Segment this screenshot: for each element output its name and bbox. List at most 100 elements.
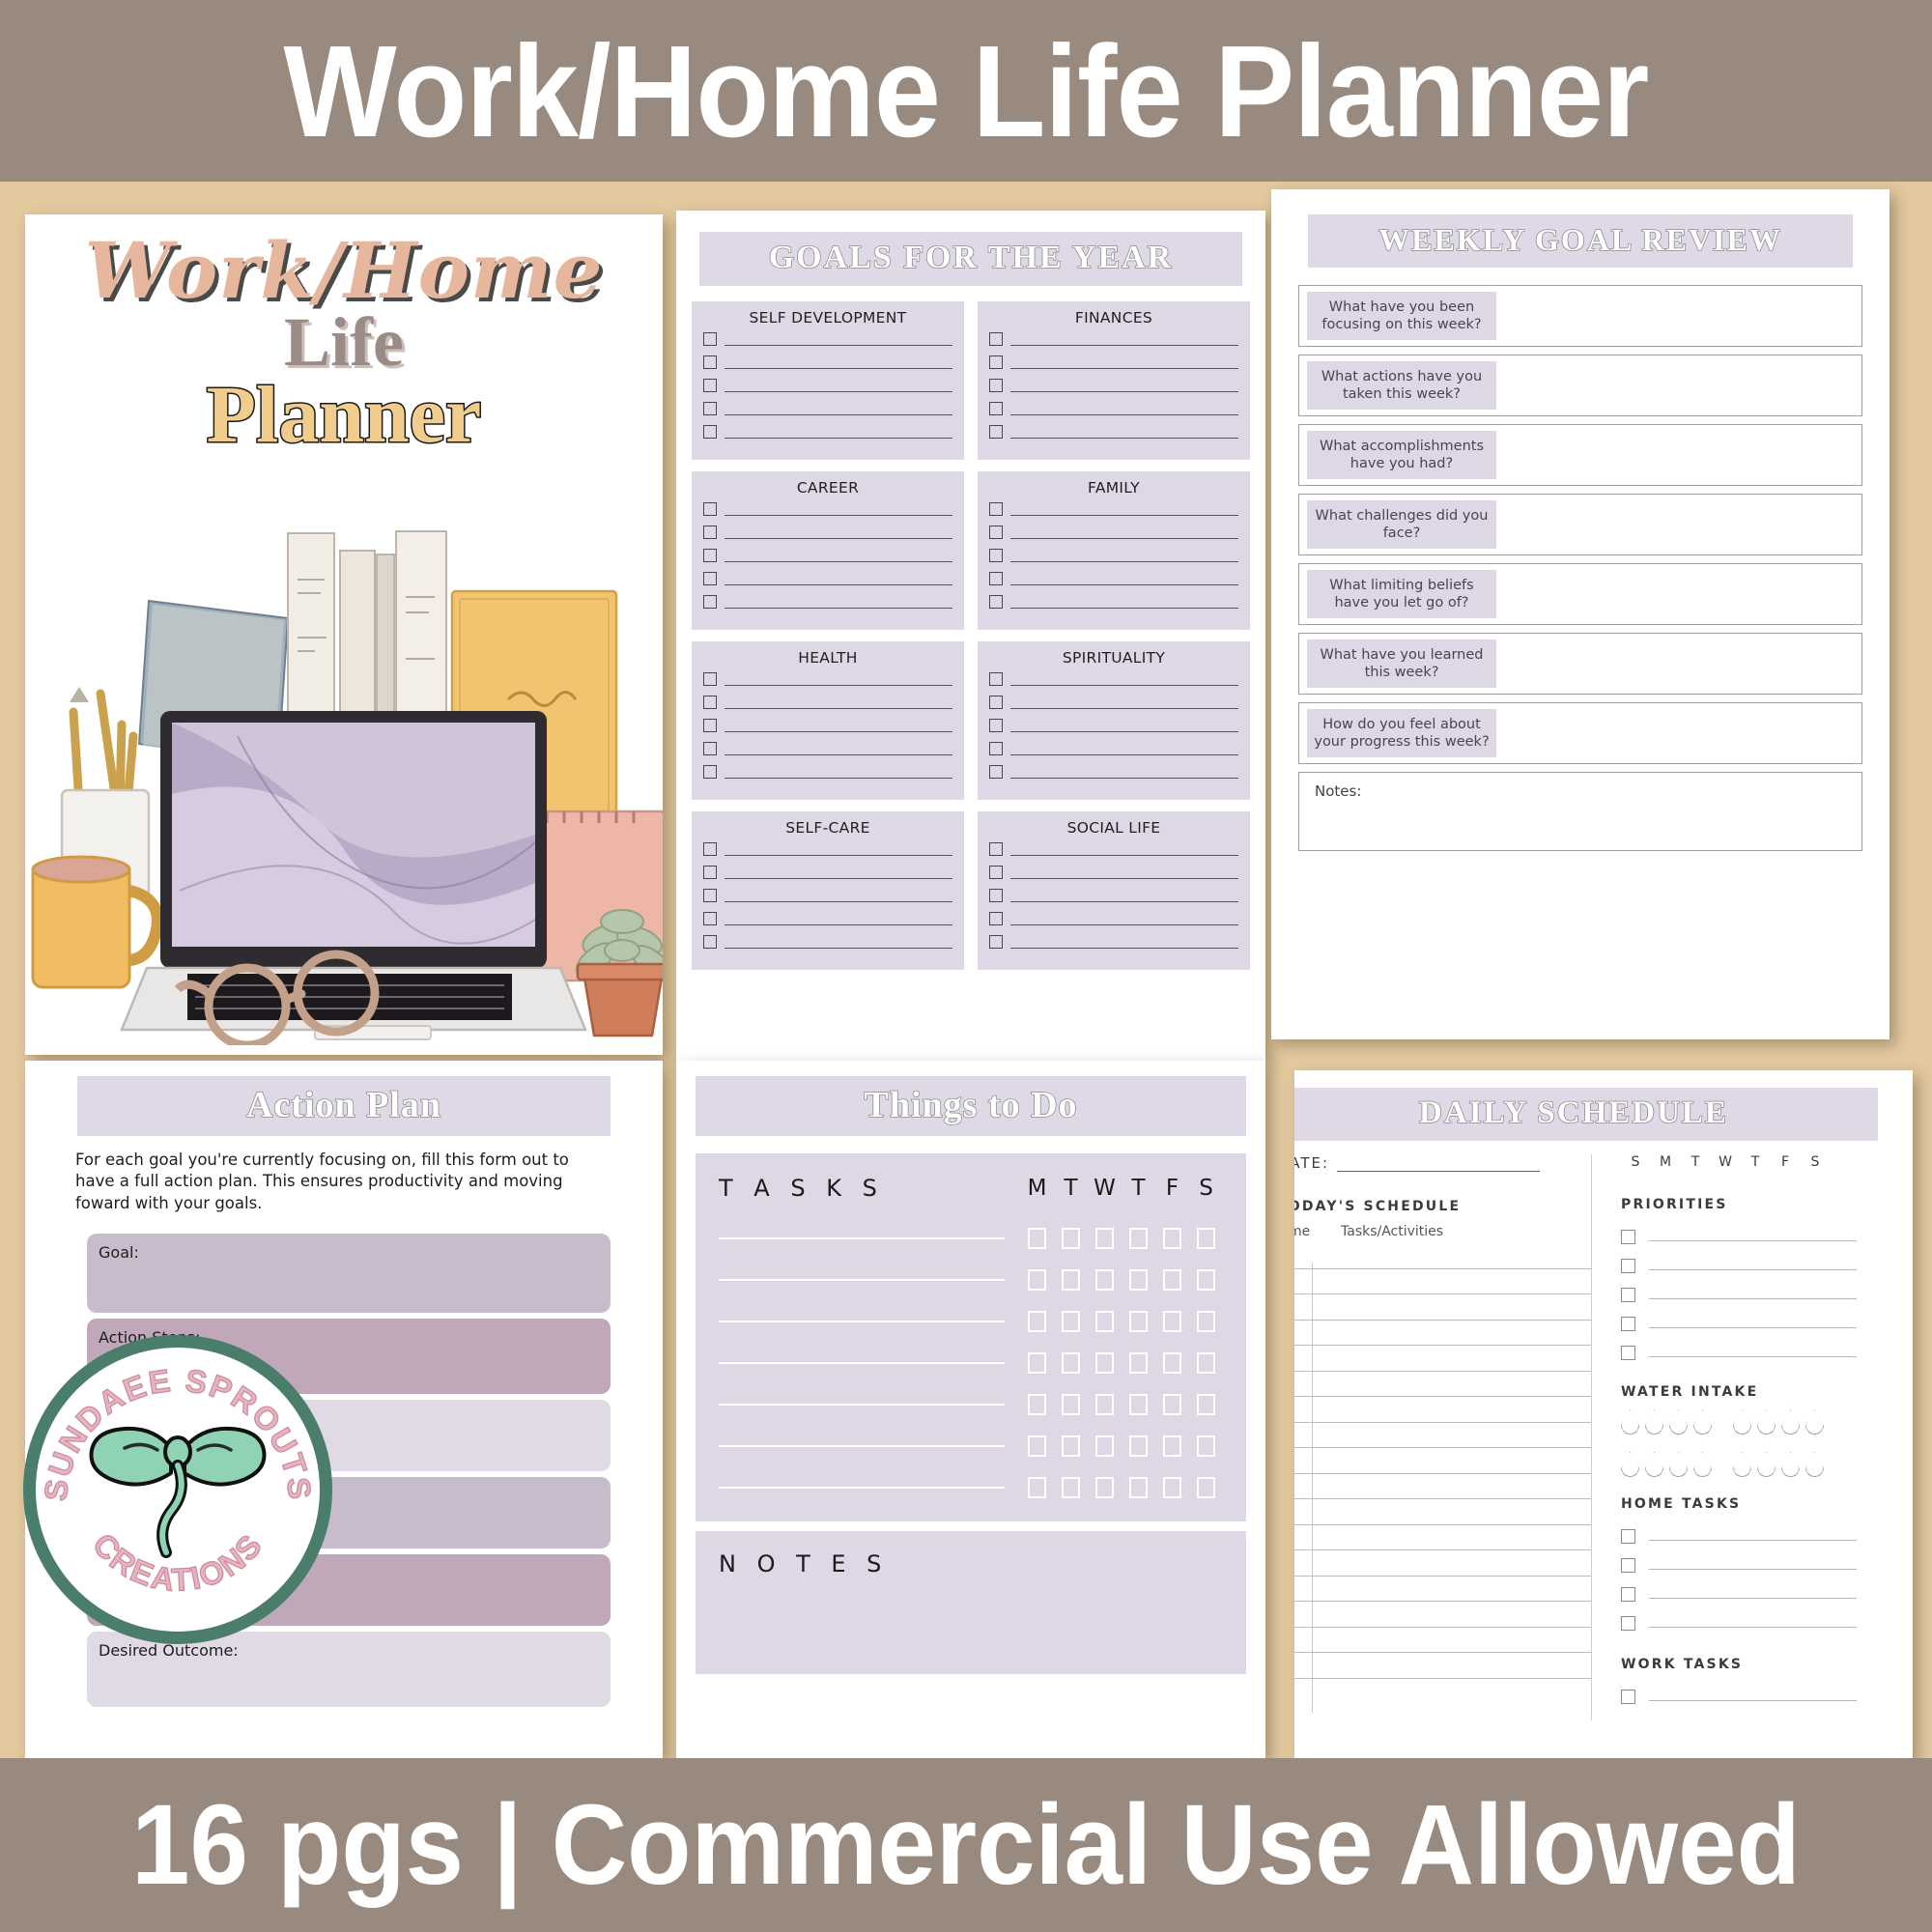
todo-day-cell[interactable] [1155, 1476, 1189, 1498]
daily-schedule-line[interactable] [1294, 1499, 1591, 1525]
todo-day-cell[interactable] [1020, 1476, 1054, 1498]
goal-write-line[interactable] [1010, 425, 1238, 439]
todo-checkbox[interactable] [1197, 1476, 1215, 1498]
daily-schedule-line[interactable] [1294, 1628, 1591, 1653]
water-drop-icon[interactable] [1645, 1452, 1663, 1477]
todo-checkbox[interactable] [1129, 1476, 1148, 1498]
water-drop-icon[interactable] [1805, 1409, 1824, 1435]
weekly-question-row[interactable]: What have you been focusing on this week… [1298, 285, 1862, 347]
todo-checkbox[interactable] [1197, 1351, 1215, 1374]
goal-write-line[interactable] [1010, 402, 1238, 415]
todo-checkbox[interactable] [1095, 1393, 1114, 1415]
todo-checkbox[interactable] [1163, 1351, 1181, 1374]
goal-checkbox[interactable] [989, 672, 1003, 686]
todo-day-cell[interactable] [1155, 1268, 1189, 1291]
daily-dow-option[interactable]: T [1681, 1154, 1711, 1170]
goal-write-line[interactable] [1010, 696, 1238, 709]
todo-checkbox[interactable] [1163, 1268, 1181, 1291]
daily-schedule-line[interactable] [1294, 1372, 1591, 1397]
daily-schedule-line[interactable] [1294, 1653, 1591, 1679]
goal-write-line[interactable] [1010, 842, 1238, 856]
water-drop-icon[interactable] [1757, 1452, 1776, 1477]
todo-task-line[interactable] [719, 1403, 1005, 1406]
goal-entry-row[interactable] [989, 889, 1238, 902]
todo-checkbox-group[interactable] [1020, 1310, 1223, 1332]
daily-schedule-lines[interactable] [1294, 1243, 1591, 1679]
goal-checkbox[interactable] [703, 355, 717, 369]
goal-entry-row[interactable] [703, 672, 952, 686]
goal-entry-row[interactable] [703, 355, 952, 369]
water-drop-icon[interactable] [1805, 1452, 1824, 1477]
checkbox[interactable] [1621, 1689, 1635, 1704]
water-drop-icon[interactable] [1669, 1409, 1688, 1435]
write-line[interactable] [1649, 1261, 1857, 1270]
todo-checkbox[interactable] [1129, 1393, 1148, 1415]
weekly-question-row[interactable]: What have you learned this week? [1298, 633, 1862, 695]
todo-notes-panel[interactable]: N O T E S [696, 1531, 1246, 1674]
todo-checkbox[interactable] [1129, 1310, 1148, 1332]
checkbox[interactable] [1621, 1316, 1635, 1331]
weekly-question-row[interactable]: How do you feel about your progress this… [1298, 702, 1862, 764]
daily-schedule-line[interactable] [1294, 1602, 1591, 1628]
todo-checkbox[interactable] [1028, 1435, 1046, 1457]
todo-checkbox[interactable] [1062, 1393, 1080, 1415]
goal-checkbox[interactable] [703, 572, 717, 585]
goal-write-line[interactable] [1010, 765, 1238, 779]
goal-write-line[interactable] [724, 696, 952, 709]
todo-task-line[interactable] [719, 1486, 1005, 1489]
todo-checkbox-group[interactable] [1020, 1351, 1223, 1374]
todo-task-row[interactable] [719, 1259, 1223, 1300]
write-line[interactable] [1649, 1560, 1857, 1570]
todo-task-row[interactable] [719, 1342, 1223, 1383]
goal-checkbox[interactable] [989, 719, 1003, 732]
todo-day-cell[interactable] [1155, 1227, 1189, 1249]
todo-task-line[interactable] [719, 1361, 1005, 1364]
todo-task-line[interactable] [719, 1236, 1005, 1239]
weekly-answer-area[interactable] [1496, 634, 1861, 694]
goal-write-line[interactable] [1010, 572, 1238, 585]
weekly-answer-area[interactable] [1496, 703, 1861, 763]
weekly-answer-area[interactable] [1496, 564, 1861, 624]
goal-entry-row[interactable] [703, 332, 952, 346]
daily-home-task-row[interactable] [1621, 1550, 1870, 1579]
todo-day-cell[interactable] [1054, 1393, 1088, 1415]
goal-write-line[interactable] [724, 672, 952, 686]
todo-day-cell[interactable] [1088, 1310, 1122, 1332]
todo-task-line[interactable] [719, 1278, 1005, 1281]
daily-priority-row[interactable] [1621, 1251, 1870, 1280]
todo-day-cell[interactable] [1122, 1268, 1155, 1291]
todo-checkbox[interactable] [1197, 1310, 1215, 1332]
checkbox[interactable] [1621, 1557, 1635, 1573]
goal-write-line[interactable] [1010, 719, 1238, 732]
goal-checkbox[interactable] [703, 765, 717, 779]
todo-day-cell[interactable] [1020, 1351, 1054, 1374]
goal-entry-row[interactable] [989, 549, 1238, 562]
goal-checkbox[interactable] [703, 912, 717, 925]
daily-schedule-line[interactable] [1294, 1346, 1591, 1372]
daily-schedule-line[interactable] [1294, 1525, 1591, 1550]
daily-work-tasks-list[interactable] [1621, 1682, 1870, 1711]
write-line[interactable] [1649, 1290, 1857, 1299]
todo-day-cell[interactable] [1122, 1351, 1155, 1374]
goal-checkbox[interactable] [989, 402, 1003, 415]
goal-checkbox[interactable] [989, 355, 1003, 369]
todo-checkbox[interactable] [1062, 1310, 1080, 1332]
todo-checkbox[interactable] [1028, 1310, 1046, 1332]
todo-day-cell[interactable] [1088, 1476, 1122, 1498]
daily-home-task-row[interactable] [1621, 1579, 1870, 1608]
todo-task-row[interactable] [719, 1466, 1223, 1508]
todo-day-cell[interactable] [1189, 1227, 1223, 1249]
daily-priority-row[interactable] [1621, 1338, 1870, 1367]
todo-checkbox[interactable] [1028, 1268, 1046, 1291]
todo-task-line[interactable] [719, 1320, 1005, 1322]
daily-dow-option[interactable]: F [1771, 1154, 1801, 1170]
goal-write-line[interactable] [724, 742, 952, 755]
goal-entry-row[interactable] [703, 842, 952, 856]
todo-task-line[interactable] [719, 1444, 1005, 1447]
daily-schedule-line[interactable] [1294, 1474, 1591, 1499]
goal-checkbox[interactable] [989, 332, 1003, 346]
todo-day-cell[interactable] [1189, 1351, 1223, 1374]
daily-priority-row[interactable] [1621, 1280, 1870, 1309]
goal-entry-row[interactable] [703, 866, 952, 879]
goal-entry-row[interactable] [703, 425, 952, 439]
